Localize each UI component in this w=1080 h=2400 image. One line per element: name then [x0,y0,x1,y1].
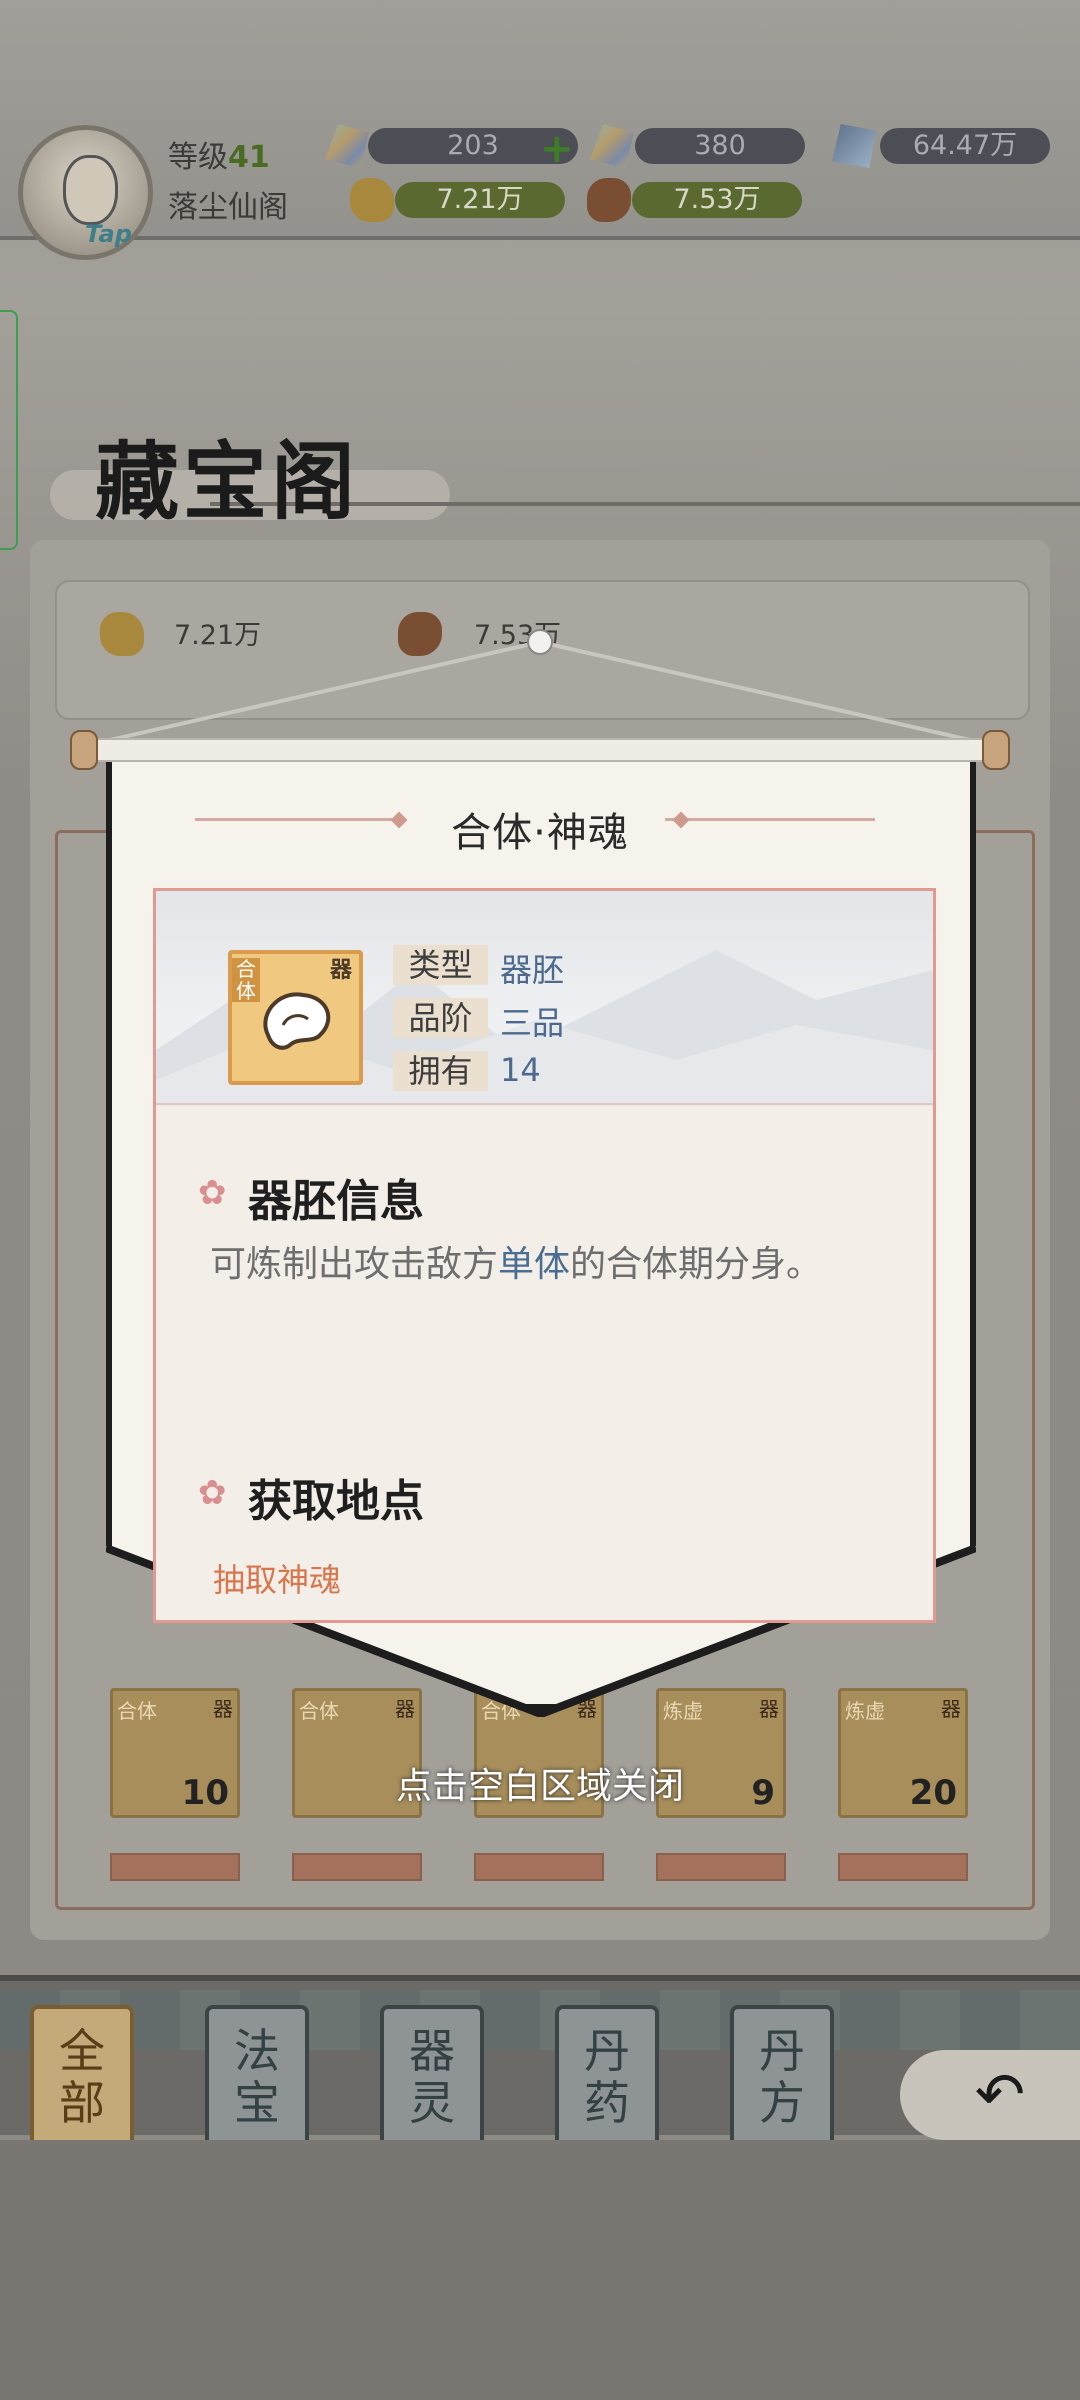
bottom-strip [0,2140,1080,2400]
grid-item-partial[interactable] [110,1853,240,1881]
copper-ore-count: 7.53万 [632,182,802,218]
grid-item-partial[interactable] [292,1853,422,1881]
tab-label: 器灵 [409,2024,455,2130]
info-section-title: 器胚信息 [248,1176,424,1227]
attr-value-type: 器胚 [500,951,565,989]
tab-pills[interactable]: 丹药 [555,2005,659,2150]
flower-icon: ✿ [198,1173,227,1213]
attr-label-owned: 拥有 [393,1051,488,1091]
tab-label: 法宝 [234,2024,280,2130]
tab-magic-treasure[interactable]: 法宝 [205,2005,309,2150]
rod-cap-left [70,730,98,770]
level-value: 41 [228,140,270,175]
spirit-crystal-count: 380 [635,128,805,164]
spirit-orb-icon [263,992,331,1050]
sect-name: 落尘仙阁 [168,190,288,225]
modal-title: 合体·神魂 [451,810,629,856]
close-hint[interactable]: 点击空白区域关闭 [0,1757,1080,1809]
page-title: 藏宝阁 [95,432,360,531]
desc-text: 可炼制出攻击敌方 [210,1244,499,1285]
tap-tag: Tap [85,220,132,248]
scroll-rod [70,738,1010,762]
attr-value-grade: 三品 [500,1004,565,1042]
tab-label: 丹方 [759,2024,805,2130]
player-level: 等级41 [168,132,270,176]
tab-artifact-spirit[interactable]: 器灵 [380,2005,484,2150]
rod-cap-right [982,730,1010,770]
bottom-pattern [0,1990,1080,2050]
desc-highlight: 单体 [498,1244,571,1285]
copper-ore-icon [587,178,631,222]
add-currency-button[interactable]: + [540,126,574,172]
source-link[interactable]: 抽取神魂 [213,1555,341,1601]
tab-all[interactable]: 全部 [30,2005,134,2150]
item-description: 可炼制出攻击敌方单体的合体期分身。 [210,1238,890,1292]
attr-value-owned: 14 [500,1051,541,1089]
tab-recipes[interactable]: 丹方 [730,2005,834,2150]
gold-ore-count: 7.21万 [395,182,565,218]
item-realm-tag: 合体 [232,958,260,1002]
side-handle[interactable] [0,310,18,550]
desc-text: 的合体期分身。 [570,1244,823,1285]
grid-item-partial[interactable] [838,1853,968,1881]
header-divider [156,1103,933,1105]
source-section-title: 获取地点 [248,1476,424,1527]
avatar-face [63,155,118,225]
tab-label: 丹药 [584,2024,630,2130]
attr-label-type: 类型 [393,945,488,985]
back-button[interactable]: ↶ [900,2050,1080,2140]
grid-item-partial[interactable] [474,1853,604,1881]
gold-ore-icon [350,178,394,222]
level-label: 等级 [168,140,228,175]
tab-label: 全部 [59,2024,105,2130]
return-arrow-icon: ↶ [974,2060,1026,2130]
hanging-string [110,629,970,742]
grid-item-partial[interactable] [656,1853,786,1881]
blue-gem-count: 64.47万 [880,128,1050,164]
flower-icon: ✿ [198,1473,227,1513]
item-type-tag: 器 [330,958,353,983]
attr-label-grade: 品阶 [393,998,488,1038]
